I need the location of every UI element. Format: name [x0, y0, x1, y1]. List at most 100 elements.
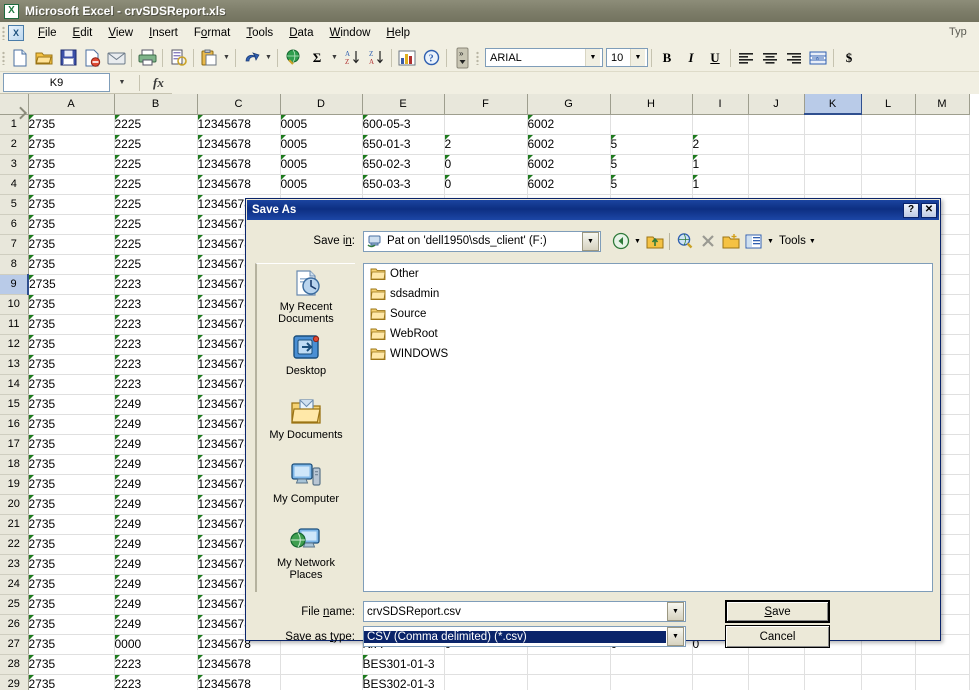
- cell-F2[interactable]: 2: [444, 134, 527, 154]
- column-header-k[interactable]: K: [804, 94, 861, 114]
- cell-L28[interactable]: [861, 654, 915, 674]
- font-size-dropdown-icon[interactable]: ▼: [630, 49, 645, 66]
- cell-H29[interactable]: [610, 674, 692, 690]
- cell-J3[interactable]: [748, 154, 804, 174]
- cell-B8[interactable]: 2225: [114, 254, 197, 274]
- delete-icon[interactable]: [696, 230, 719, 252]
- cell-J29[interactable]: [748, 674, 804, 690]
- cell-A26[interactable]: 2735: [28, 614, 114, 634]
- views-icon[interactable]: [742, 230, 765, 252]
- cell-C1[interactable]: 12345678: [197, 114, 280, 134]
- back-dropdown-icon[interactable]: ▼: [632, 238, 643, 245]
- cell-E28[interactable]: BES301-01-3: [362, 654, 444, 674]
- close-icon[interactable]: ✕: [921, 203, 937, 218]
- cell-H28[interactable]: [610, 654, 692, 674]
- row-header-25[interactable]: 25: [0, 594, 28, 614]
- file-name-input[interactable]: crvSDSReport.csv: [364, 606, 666, 618]
- cell-F29[interactable]: [444, 674, 527, 690]
- row-header-26[interactable]: 26: [0, 614, 28, 634]
- cell-K3[interactable]: [804, 154, 861, 174]
- cell-G28[interactable]: [527, 654, 610, 674]
- cell-A12[interactable]: 2735: [28, 334, 114, 354]
- permission-icon[interactable]: [80, 46, 104, 70]
- cell-I1[interactable]: [692, 114, 748, 134]
- merge-cells-icon[interactable]: a: [806, 46, 830, 70]
- cell-A3[interactable]: 2735: [28, 154, 114, 174]
- cell-G1[interactable]: 6002: [527, 114, 610, 134]
- cell-G29[interactable]: [527, 674, 610, 690]
- cell-F28[interactable]: [444, 654, 527, 674]
- cell-A18[interactable]: 2735: [28, 454, 114, 474]
- cell-C28[interactable]: 12345678: [197, 654, 280, 674]
- cell-A29[interactable]: 2735: [28, 674, 114, 690]
- file-name-dropdown-icon[interactable]: ▼: [667, 602, 684, 621]
- cell-L29[interactable]: [861, 674, 915, 690]
- bold-button[interactable]: B: [655, 46, 679, 70]
- cell-A7[interactable]: 2735: [28, 234, 114, 254]
- cell-H4[interactable]: 5: [610, 174, 692, 194]
- cell-J2[interactable]: [748, 134, 804, 154]
- help-icon[interactable]: ?: [419, 46, 443, 70]
- search-web-icon[interactable]: [673, 230, 696, 252]
- cell-K28[interactable]: [804, 654, 861, 674]
- save-in-combo[interactable]: Pat on 'dell1950\sds_client' (F:) ▼: [363, 231, 601, 252]
- file-name-combo[interactable]: crvSDSReport.csv ▼: [363, 601, 686, 622]
- row-header-2[interactable]: 2: [0, 134, 28, 154]
- cell-A17[interactable]: 2735: [28, 434, 114, 454]
- cell-A5[interactable]: 2735: [28, 194, 114, 214]
- menu-insert[interactable]: Insert: [141, 24, 186, 42]
- font-size-combo[interactable]: 10 ▼: [606, 48, 648, 67]
- cell-K4[interactable]: [804, 174, 861, 194]
- cell-L3[interactable]: [861, 154, 915, 174]
- cell-C29[interactable]: 12345678: [197, 674, 280, 690]
- row-header-29[interactable]: 29: [0, 674, 28, 690]
- cell-D4[interactable]: 0005: [280, 174, 362, 194]
- place-my-computer[interactable]: My Computer: [257, 456, 355, 520]
- cell-G4[interactable]: 6002: [527, 174, 610, 194]
- row-header-16[interactable]: 16: [0, 414, 28, 434]
- menu-help[interactable]: Help: [378, 24, 418, 42]
- column-header-m[interactable]: M: [915, 94, 969, 114]
- cell-E2[interactable]: 650-01-3: [362, 134, 444, 154]
- column-header-e[interactable]: E: [362, 94, 444, 114]
- cell-A25[interactable]: 2735: [28, 594, 114, 614]
- menu-data[interactable]: Data: [281, 24, 321, 42]
- cell-A22[interactable]: 2735: [28, 534, 114, 554]
- cell-A20[interactable]: 2735: [28, 494, 114, 514]
- currency-button[interactable]: $: [837, 46, 861, 70]
- new-folder-icon[interactable]: [719, 230, 742, 252]
- cell-K1[interactable]: [804, 114, 861, 134]
- cell-B6[interactable]: 2225: [114, 214, 197, 234]
- cell-A23[interactable]: 2735: [28, 554, 114, 574]
- cell-A1[interactable]: 2735: [28, 114, 114, 134]
- toolbar-options-icon[interactable]: »: [450, 46, 474, 70]
- undo-dropdown-icon[interactable]: ▼: [263, 46, 274, 70]
- cell-B5[interactable]: 2225: [114, 194, 197, 214]
- cell-F1[interactable]: [444, 114, 527, 134]
- column-header-d[interactable]: D: [280, 94, 362, 114]
- cell-J28[interactable]: [748, 654, 804, 674]
- cell-A14[interactable]: 2735: [28, 374, 114, 394]
- save-as-type-value[interactable]: CSV (Comma delimited) (*.csv): [364, 631, 666, 643]
- cell-B9[interactable]: 2223: [114, 274, 197, 294]
- menu-edit[interactable]: Edit: [65, 24, 101, 42]
- column-header-i[interactable]: I: [692, 94, 748, 114]
- cell-A19[interactable]: 2735: [28, 474, 114, 494]
- open-icon[interactable]: [32, 46, 56, 70]
- cell-A11[interactable]: 2735: [28, 314, 114, 334]
- align-right-icon[interactable]: [782, 46, 806, 70]
- row-header-24[interactable]: 24: [0, 574, 28, 594]
- row-header-1[interactable]: 1: [0, 114, 28, 134]
- tools-dropdown-icon[interactable]: ▼: [807, 238, 818, 245]
- save-button[interactable]: Save: [725, 600, 830, 623]
- column-header-g[interactable]: G: [527, 94, 610, 114]
- row-header-18[interactable]: 18: [0, 454, 28, 474]
- cell-H3[interactable]: 5: [610, 154, 692, 174]
- cell-E3[interactable]: 650-02-3: [362, 154, 444, 174]
- place-my-network-places[interactable]: My NetworkPlaces: [257, 520, 355, 584]
- underline-button[interactable]: U: [703, 46, 727, 70]
- cell-B14[interactable]: 2223: [114, 374, 197, 394]
- back-arrow-icon[interactable]: [609, 230, 632, 252]
- cell-F3[interactable]: 0: [444, 154, 527, 174]
- cell-F4[interactable]: 0: [444, 174, 527, 194]
